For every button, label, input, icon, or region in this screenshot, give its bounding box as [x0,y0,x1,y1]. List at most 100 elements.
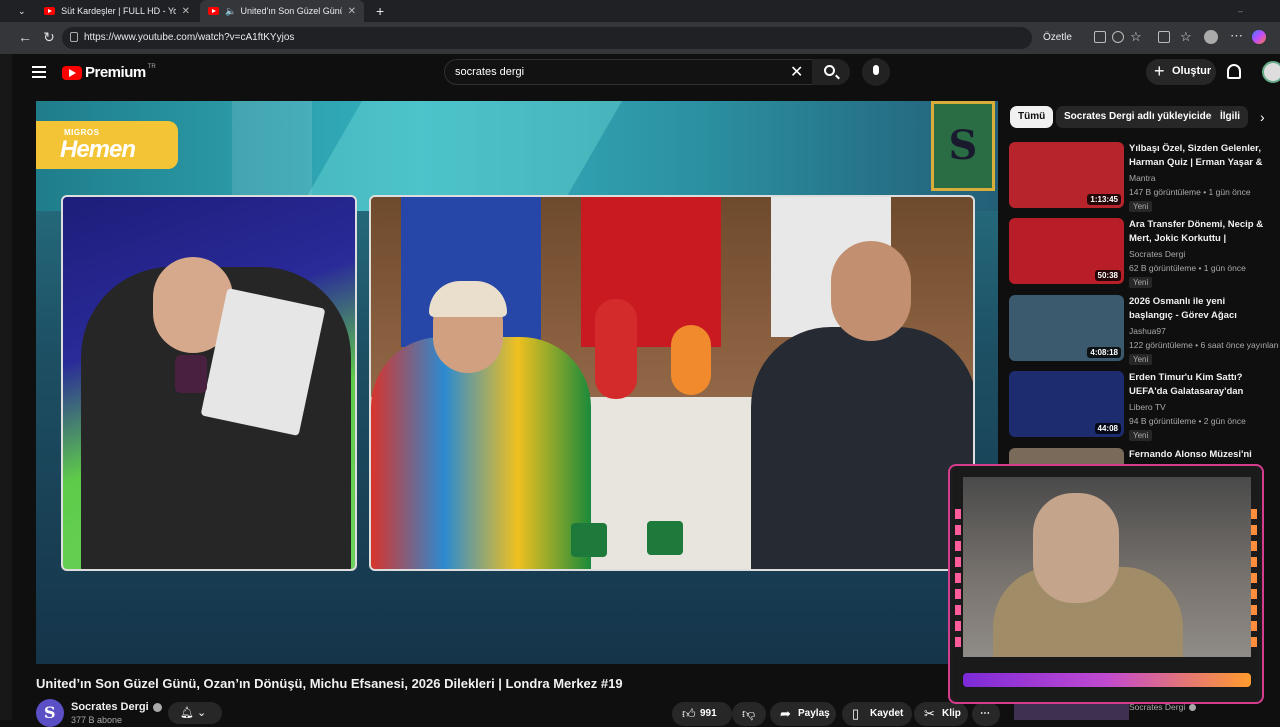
chip-related[interactable]: İlgili [1212,106,1248,128]
browser-tab-bar: ⌄ Süt Kardeşler | FULL HD - YouTube ✕ 🔈 … [0,0,1280,22]
subscription-bell-button[interactable]: 🔔︎ ⌄ [168,702,222,724]
copilot-icon[interactable] [1252,30,1266,44]
minimize-button[interactable]: – [1230,0,1251,22]
video-duration: 1:13:45 [1087,194,1121,205]
dislike-button[interactable]: 👎︎ [732,702,766,726]
recommendation-channel[interactable]: Mantra [1129,173,1155,183]
new-badge: Yeni [1129,354,1153,365]
speaker-icon: 🔈 [225,5,237,16]
more-vertical-icon[interactable]: ⋮ [1275,220,1280,234]
recommendation-thumbnail[interactable] [1014,700,1129,720]
more-actions-button[interactable]: ⋯ [972,702,1000,726]
profile-avatar[interactable] [1204,30,1218,44]
tab-list-button[interactable]: ⌄ [10,0,34,22]
logo-region: TR [147,63,156,70]
reload-icon[interactable]: ↻ [40,29,58,46]
summarize-label: Özetle [1043,32,1072,43]
verified-badge-icon [1189,704,1197,712]
video-duration: 50:38 [1094,270,1121,281]
recommendation-item[interactable]: 1:13:45 Yılbaşı Özel, Sizden Gelenler, Ha… [1009,142,1280,214]
like-count: 991 [700,708,717,719]
bookmark-star-icon[interactable]: ☆ [1130,29,1142,45]
recommendation-channel-text: Socrates Dergi [1129,702,1186,712]
channel-name[interactable]: Socrates Dergi [71,701,162,713]
banner-letter: S [948,122,978,169]
hide-icon[interactable] [1112,31,1124,43]
summarize-button[interactable]: Özetle [1043,32,1072,43]
clear-search-icon[interactable]: ✕ [790,62,803,82]
extensions-puzzle-icon[interactable] [1158,31,1170,43]
chip-from-uploader[interactable]: Socrates Dergi adlı yükleyiciden [1056,106,1226,128]
video-title: United’ın Son Güzel Günü, Ozan’ın Dönüşü… [36,676,623,691]
more-vertical-icon[interactable]: ⋮ [1275,450,1280,464]
sponsor-logo-big-text: Hemen [60,136,136,163]
hamburger-menu-icon[interactable] [32,66,46,78]
recommendation-thumbnail[interactable]: 44:08 [1009,371,1124,437]
site-info-icon[interactable] [70,32,78,42]
overlay-color-bar [963,673,1251,687]
more-icon: ⋯ [980,708,990,719]
account-avatar[interactable] [1262,61,1280,83]
url-field[interactable]: https://www.youtube.com/watch?v=cA1ftKYy… [62,27,1032,49]
search-button[interactable] [812,59,850,85]
recommendation-title[interactable]: Ara Transfer Dönemi, Necip & Mert, Jokic… [1129,218,1269,246]
youtube-premium-logo[interactable]: Premium TR [62,64,156,81]
chip-label: Tümü [1018,111,1046,122]
browser-tab-2[interactable]: 🔈 United'ın Son Güzel Günü, Oz ✕ [200,0,364,22]
chip-label: İlgili [1220,111,1240,122]
recommendation-channel[interactable]: Jashua97 [1129,326,1166,336]
recommendation-title[interactable]: Erden Timur'u Kim Sattı? UEFA'da Galatas… [1129,371,1269,399]
favorites-icon[interactable]: ☆ [1180,29,1192,45]
close-tab-icon[interactable]: ✕ [348,6,356,17]
save-button[interactable]: ▯ Kaydet [842,702,912,726]
share-button[interactable]: ➦ Paylaş [770,702,836,726]
like-button[interactable]: 👍︎ 991 [672,702,732,726]
more-menu-icon[interactable]: ⋯ [1230,28,1243,44]
parrot-plush [595,299,637,399]
channel-banner-logo: S [931,101,995,191]
plus-icon: + [1154,61,1165,81]
new-badge: Yeni [1129,430,1153,441]
more-vertical-icon[interactable]: ⋮ [1275,297,1280,311]
recommendation-item[interactable]: 4:08:18 2026 Osmanlı ile yeni başlangıç -… [1009,295,1280,367]
search-query: socrates dergi [455,66,525,78]
webcam-feed [963,477,1251,657]
recommendation-item[interactable]: 50:38 Ara Transfer Dönemi, Necip & Mert, … [1009,218,1280,290]
chevron-right-icon[interactable]: › [1260,109,1265,125]
create-button[interactable]: + Oluştur [1146,59,1216,85]
back-arrow-icon[interactable]: ← [16,29,34,45]
guest-figure [371,337,591,569]
clip-button[interactable]: ✂ Klip [914,702,968,726]
clip-label: Klip [942,708,961,719]
recommendation-thumbnail[interactable]: 1:13:45 [1009,142,1124,208]
search-input[interactable]: socrates dergi [444,59,814,85]
extension-icon[interactable] [1094,31,1106,43]
close-tab-icon[interactable]: ✕ [182,6,190,17]
more-vertical-icon[interactable]: ⋮ [1275,144,1280,158]
recommendation-thumbnail[interactable]: 50:38 [1009,218,1124,284]
recommendation-channel[interactable]: Libero TV [1129,402,1166,412]
channel-name-text: Socrates Dergi [71,701,149,713]
recommendation-thumbnail[interactable]: 4:08:18 [1009,295,1124,361]
recommendation-channel[interactable]: Socrates Dergi [1129,249,1185,259]
recommendation-title[interactable]: Yılbaşı Özel, Sizden Gelenler, Harman Qu… [1129,142,1269,170]
notifications-bell-icon[interactable] [1227,64,1241,79]
plus-icon: + [376,3,385,19]
verified-badge-icon [152,702,162,712]
video-duration: 4:08:18 [1087,347,1121,358]
overlay-decoration [1251,509,1257,649]
chip-all[interactable]: Tümü [1010,106,1054,128]
sponsor-logo: MIGROS Hemen [36,121,178,169]
video-player[interactable]: MIGROS Hemen S [36,101,998,664]
search-icon [824,65,835,76]
channel-avatar[interactable]: S [36,699,64,727]
more-vertical-icon[interactable]: ⋮ [1275,373,1280,387]
recommendation-title[interactable]: 2026 Osmanlı ile yeni başlangıç - Görev … [1129,295,1269,323]
video-left-camera-frame [61,195,357,571]
video-duration: 44:08 [1094,423,1121,434]
recommendation-item[interactable]: 44:08 Erden Timur'u Kim Sattı? UEFA'da Ga… [1009,371,1280,443]
new-tab-button[interactable]: + [368,0,392,22]
left-edge-strip [0,54,12,720]
browser-tab-1[interactable]: Süt Kardeşler | FULL HD - YouTube ✕ [36,0,198,22]
voice-search-microphone-icon[interactable] [862,58,890,86]
